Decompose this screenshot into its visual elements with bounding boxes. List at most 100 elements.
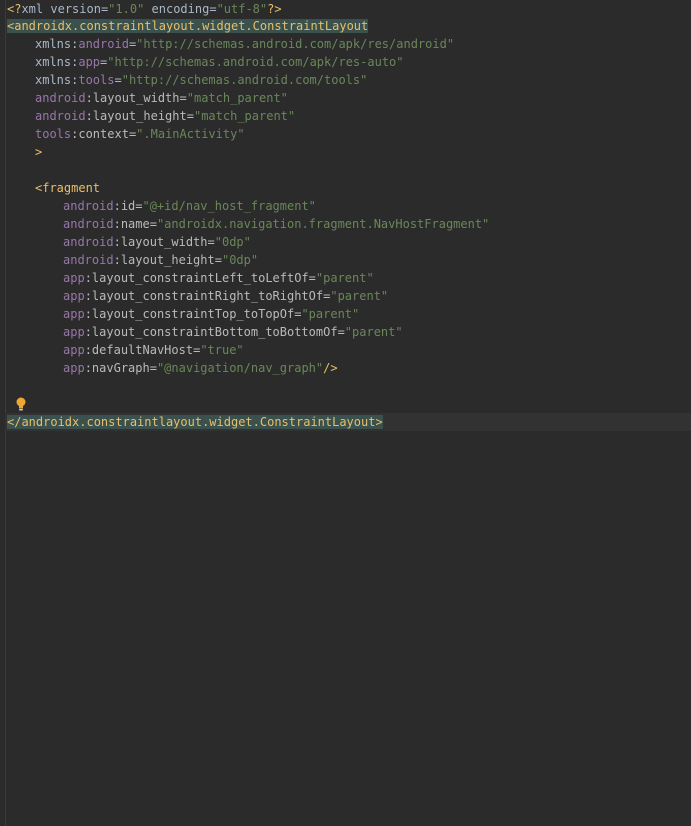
attr-eq: = bbox=[207, 235, 215, 249]
attr-colon: : bbox=[84, 343, 92, 357]
attr-namespace: xmlns bbox=[35, 55, 72, 69]
attr-colon: : bbox=[85, 91, 93, 105]
code-line-11[interactable]: <fragment bbox=[7, 179, 100, 197]
attr-eq: = bbox=[114, 73, 122, 87]
attr-eq: = bbox=[149, 217, 157, 231]
xml-decl-name: xml bbox=[21, 2, 44, 16]
attr-namespace: app bbox=[63, 361, 85, 375]
xml-decl-close: ?> bbox=[267, 2, 282, 16]
attr-colon: : bbox=[84, 307, 92, 321]
attr-namespace: app bbox=[63, 307, 85, 321]
code-line-15[interactable]: android:layout_height="0dp" bbox=[7, 251, 258, 269]
xml-decl-attr-version: version bbox=[43, 2, 101, 16]
attr-name: layout_height bbox=[92, 109, 187, 123]
lightbulb-icon-graphic bbox=[16, 397, 26, 411]
attr-value: "parent" bbox=[344, 325, 403, 339]
xml-decl-encoding-value: "utf-8" bbox=[216, 2, 268, 16]
xml-decl-eq: = bbox=[209, 2, 217, 16]
attr-eq: = bbox=[214, 253, 222, 267]
attr-name: layout_constraintBottom_toBottomOf bbox=[91, 325, 338, 339]
attr-colon: : bbox=[84, 361, 92, 375]
attr-name: layout_height bbox=[120, 253, 215, 267]
attr-namespace: xmlns bbox=[35, 37, 72, 51]
code-line-24[interactable]: </androidx.constraintlayout.widget.Const… bbox=[5, 413, 691, 431]
attr-eq: = bbox=[179, 91, 187, 105]
attr-value: "parent" bbox=[301, 307, 360, 321]
attr-namespace: android bbox=[63, 199, 114, 213]
code-line-8[interactable]: tools:context=".MainActivity" bbox=[7, 125, 245, 143]
code-line-20[interactable]: app:defaultNavHost="true" bbox=[7, 341, 244, 359]
attr-namespace: xmlns bbox=[35, 73, 72, 87]
code-editor[interactable]: <?xml version="1.0" encoding="utf-8"?> <… bbox=[0, 0, 691, 826]
attr-value: "http://schemas.android.com/tools" bbox=[121, 73, 368, 87]
attr-colon: : bbox=[84, 289, 92, 303]
code-line-7[interactable]: android:layout_height="match_parent" bbox=[7, 107, 295, 125]
attr-name: layout_width bbox=[92, 91, 180, 105]
attr-value: "@navigation/nav_graph" bbox=[156, 361, 324, 375]
attr-name: context bbox=[78, 127, 129, 141]
attr-namespace: android bbox=[35, 109, 86, 123]
tag-close-bracket: > bbox=[35, 145, 43, 159]
attr-value: "match_parent" bbox=[193, 109, 296, 123]
code-line-4[interactable]: xmlns:app="http://schemas.android.com/ap… bbox=[7, 53, 404, 71]
attr-name: defaultNavHost bbox=[91, 343, 194, 357]
attr-colon: : bbox=[113, 235, 121, 249]
attr-namespace: app bbox=[63, 289, 85, 303]
code-line-21[interactable]: app:navGraph="@navigation/nav_graph"/> bbox=[7, 359, 338, 377]
attr-value: "@+id/nav_host_fragment" bbox=[142, 199, 316, 213]
attr-value: "androidx.navigation.fragment.NavHostFra… bbox=[156, 217, 490, 231]
code-line-1[interactable]: <?xml version="1.0" encoding="utf-8"?> bbox=[7, 0, 282, 18]
tag-end-open-bracket: </ bbox=[7, 415, 22, 429]
attr-namespace: app bbox=[63, 271, 85, 285]
attr-namespace: app bbox=[63, 343, 85, 357]
root-close-tag-name: androidx.constraintlayout.widget.Constra… bbox=[21, 415, 376, 429]
code-line-3[interactable]: xmlns:android="http://schemas.android.co… bbox=[7, 35, 454, 53]
code-line-16[interactable]: app:layout_constraintLeft_toLeftOf="pare… bbox=[7, 269, 374, 287]
attr-value: "http://schemas.android.com/apk/res/andr… bbox=[136, 37, 455, 51]
code-line-5[interactable]: xmlns:tools="http://schemas.android.com/… bbox=[7, 71, 367, 89]
attr-colon: : bbox=[113, 217, 121, 231]
attr-name: name bbox=[120, 217, 150, 231]
attr-value: ".MainActivity" bbox=[136, 127, 245, 141]
code-line-14[interactable]: android:layout_width="0dp" bbox=[7, 233, 251, 251]
attr-colon: : bbox=[113, 199, 121, 213]
attr-namespace: android bbox=[63, 253, 114, 267]
attr-colon: : bbox=[84, 271, 92, 285]
attr-value: "0dp" bbox=[221, 253, 259, 267]
attr-eq: = bbox=[149, 361, 157, 375]
attr-eq: = bbox=[308, 271, 316, 285]
attr-namespace: android bbox=[35, 91, 86, 105]
attr-colon: : bbox=[84, 325, 92, 339]
code-line-13[interactable]: android:name="androidx.navigation.fragme… bbox=[7, 215, 489, 233]
attr-value: "true" bbox=[200, 343, 244, 357]
code-line-9[interactable]: > bbox=[7, 143, 42, 161]
xml-decl-version-value: "1.0" bbox=[108, 2, 145, 16]
attr-name: android bbox=[78, 37, 129, 51]
attr-value: "parent" bbox=[315, 271, 374, 285]
attr-name: layout_constraintLeft_toLeftOf bbox=[91, 271, 309, 285]
lightbulb-icon[interactable] bbox=[15, 397, 27, 411]
attr-value: "http://schemas.android.com/apk/res-auto… bbox=[107, 55, 404, 69]
code-line-2[interactable]: <androidx.constraintlayout.widget.Constr… bbox=[7, 17, 369, 35]
attr-name: app bbox=[78, 55, 101, 69]
code-line-12[interactable]: android:id="@+id/nav_host_fragment" bbox=[7, 197, 316, 215]
tag-self-close: /> bbox=[323, 361, 338, 375]
xml-decl-attr-encoding: encoding bbox=[144, 2, 210, 16]
attr-value: "0dp" bbox=[214, 235, 251, 249]
tag-end-close-bracket: > bbox=[375, 415, 383, 429]
attr-name: id bbox=[120, 199, 136, 213]
open-tag-highlight: <androidx.constraintlayout.widget.Constr… bbox=[7, 19, 369, 33]
attr-name: tools bbox=[78, 73, 115, 87]
code-line-18[interactable]: app:layout_constraintTop_toTopOf="parent… bbox=[7, 305, 359, 323]
code-line-19[interactable]: app:layout_constraintBottom_toBottomOf="… bbox=[7, 323, 403, 341]
attr-name: layout_constraintRight_toRightOf bbox=[91, 289, 324, 303]
attr-name: navGraph bbox=[91, 361, 150, 375]
xml-decl-open: <? bbox=[7, 2, 22, 16]
close-tag-highlight: </androidx.constraintlayout.widget.Const… bbox=[7, 415, 383, 429]
code-line-17[interactable]: app:layout_constraintRight_toRightOf="pa… bbox=[7, 287, 388, 305]
fragment-tag-name: fragment bbox=[42, 181, 101, 195]
attr-colon: : bbox=[113, 253, 121, 267]
root-tag-name: androidx.constraintlayout.widget.Constra… bbox=[14, 19, 369, 33]
code-line-6[interactable]: android:layout_width="match_parent" bbox=[7, 89, 288, 107]
attr-name: layout_width bbox=[120, 235, 208, 249]
